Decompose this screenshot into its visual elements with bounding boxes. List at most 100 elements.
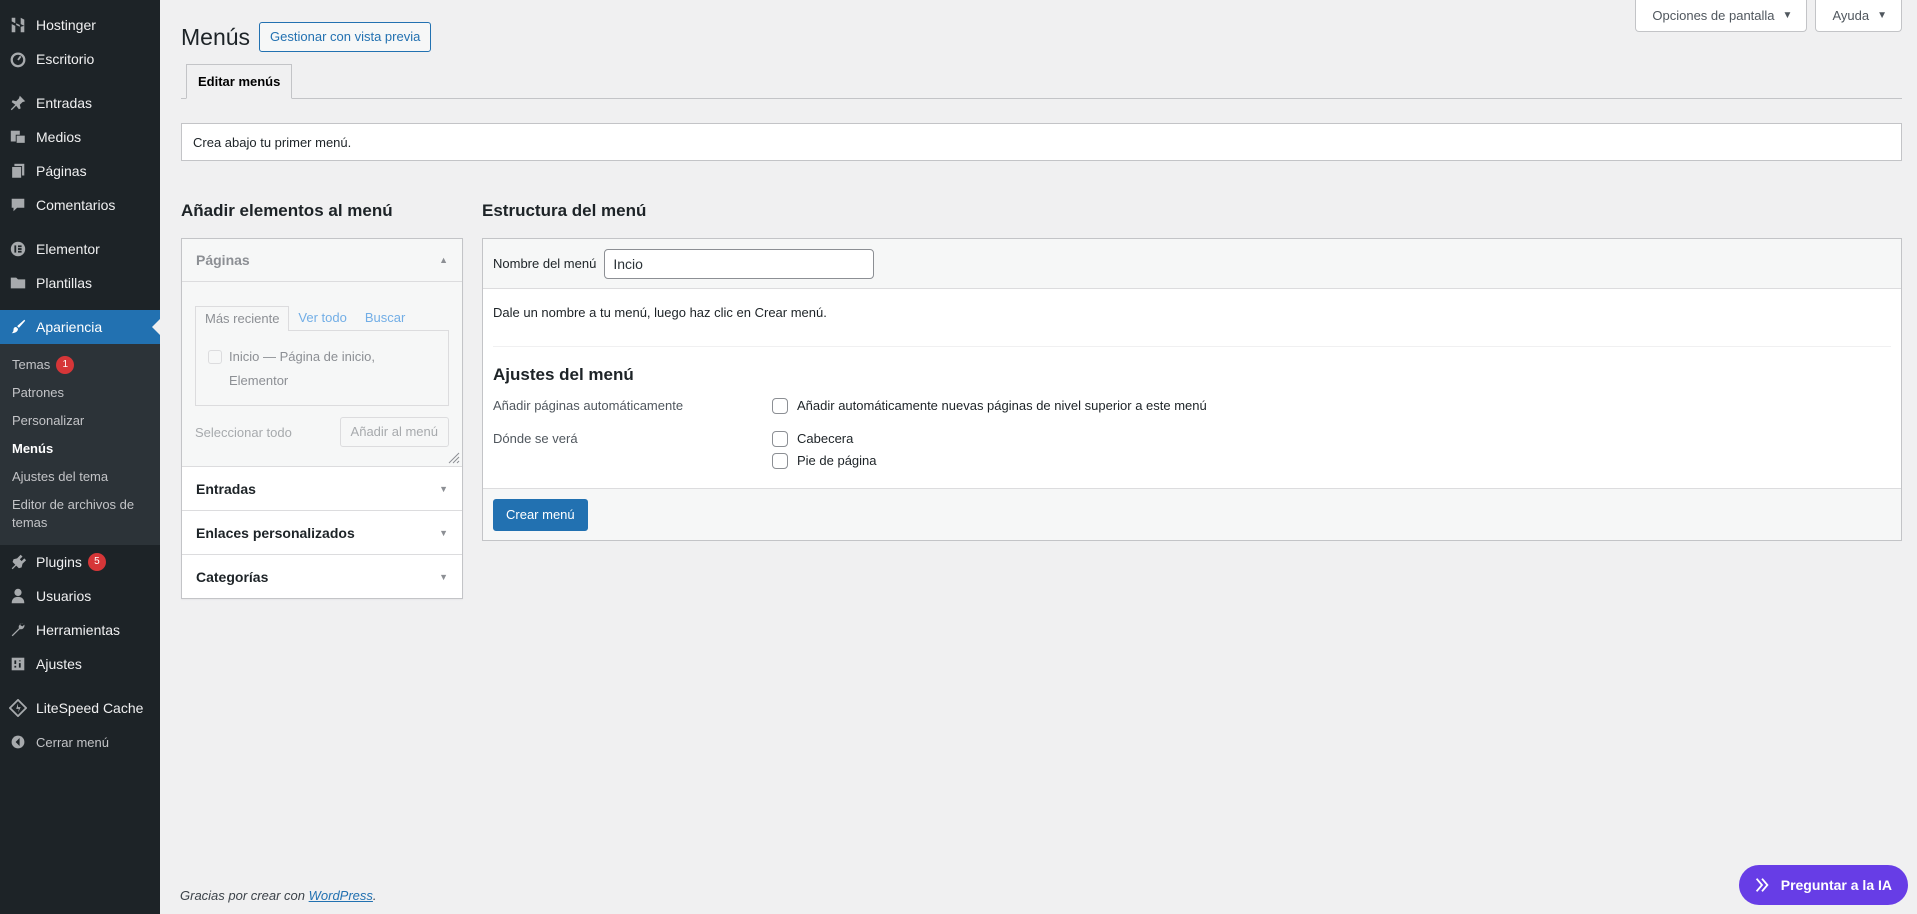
sidebar-label: Apariencia bbox=[36, 319, 103, 335]
admin-footer: Gracias por crear con WordPress. bbox=[180, 888, 377, 903]
tab-edit-menus[interactable]: Editar menús bbox=[186, 64, 293, 99]
sidebar-label: LiteSpeed Cache bbox=[36, 700, 144, 716]
footer-text: Gracias por crear con bbox=[180, 888, 305, 903]
help-button[interactable]: Ayuda ▼ bbox=[1815, 0, 1902, 32]
submenu-item-temas[interactable]: Temas 1 bbox=[0, 351, 160, 379]
main-content: Opciones de pantalla ▼ Ayuda ▼ Menús Ges… bbox=[160, 0, 1917, 914]
folder-icon bbox=[0, 274, 36, 292]
auto-add-option-label: Añadir automáticamente nuevas páginas de… bbox=[797, 398, 1207, 413]
sidebar-item-apariencia[interactable]: Apariencia bbox=[0, 310, 160, 344]
sidebar-item-ajustes[interactable]: Ajustes bbox=[0, 647, 160, 681]
select-all-link[interactable]: Seleccionar todo bbox=[195, 425, 292, 440]
dashboard-icon bbox=[0, 50, 36, 68]
arrow-down-icon: ▼ bbox=[439, 571, 448, 582]
appearance-submenu: Temas 1 Patrones Personalizar Menús Ajus… bbox=[0, 344, 160, 545]
menu-name-label: Nombre del menú bbox=[493, 256, 597, 271]
menu-structure-heading: Estructura del menú bbox=[482, 201, 647, 220]
auto-add-option[interactable]: Añadir automáticamente nuevas páginas de… bbox=[772, 397, 1207, 415]
sidebar-label: Cerrar menú bbox=[36, 734, 109, 750]
submenu-item-ajustes-tema[interactable]: Ajustes del tema bbox=[0, 463, 160, 491]
sidebar-item-hostinger[interactable]: Hostinger bbox=[0, 8, 160, 42]
sidebar-item-paginas[interactable]: Páginas bbox=[0, 154, 160, 188]
location-footer-label: Pie de página bbox=[797, 453, 877, 468]
sidebar-item-plantillas[interactable]: Plantillas bbox=[0, 266, 160, 300]
screen-options-label: Opciones de pantalla bbox=[1652, 8, 1775, 23]
add-items-accordion: Páginas ▲ Más reciente Ver todo Buscar I… bbox=[181, 238, 463, 599]
sidebar-label: Comentarios bbox=[36, 197, 116, 213]
ask-ai-button[interactable]: Preguntar a la IA bbox=[1738, 865, 1908, 905]
manage-preview-button[interactable]: Gestionar con vista previa bbox=[259, 22, 432, 52]
sidebar-item-comentarios[interactable]: Comentarios bbox=[0, 188, 160, 222]
sidebar-item-medios[interactable]: Medios bbox=[0, 120, 160, 154]
collapse-icon bbox=[0, 734, 36, 750]
location-footer-option[interactable]: Pie de página bbox=[772, 452, 877, 470]
accordion-section-categories: Categorías ▼ bbox=[182, 555, 462, 598]
menu-name-input[interactable] bbox=[604, 248, 875, 279]
arrow-down-icon: ▼ bbox=[439, 483, 448, 494]
sidebar-label: Medios bbox=[36, 129, 82, 145]
sidebar-item-litespeed[interactable]: LiteSpeed Cache bbox=[0, 691, 160, 725]
menu-structure-panel: Nombre del menú Dale un nombre a tu menú… bbox=[482, 238, 1902, 541]
add-to-menu-button[interactable]: Añadir al menú bbox=[339, 417, 449, 447]
submenu-item-patrones[interactable]: Patrones bbox=[0, 379, 160, 407]
user-icon bbox=[0, 587, 36, 605]
submenu-item-personalizar[interactable]: Personalizar bbox=[0, 407, 160, 435]
accordion-title-categories[interactable]: Categorías ▼ bbox=[182, 555, 462, 598]
locations-row: Dónde se verá Cabecera Pie de página bbox=[493, 430, 1891, 470]
accordion-title-pages[interactable]: Páginas ▲ bbox=[182, 239, 462, 282]
wrench-icon bbox=[0, 621, 36, 639]
sidebar-item-plugins[interactable]: Plugins 5 bbox=[0, 545, 160, 579]
submenu-label: Temas bbox=[12, 357, 51, 372]
title-row: Menús Gestionar con vista previa bbox=[181, 22, 432, 52]
caret-down-icon: ▼ bbox=[1782, 10, 1793, 21]
auto-add-options: Añadir automáticamente nuevas páginas de… bbox=[772, 397, 1207, 415]
resize-handle-icon[interactable] bbox=[448, 452, 460, 464]
sidebar-item-elementor[interactable]: Elementor bbox=[0, 232, 160, 266]
arrow-up-icon: ▲ bbox=[439, 255, 448, 265]
menu-name-row: Nombre del menú bbox=[483, 239, 1901, 289]
sidebar-item-entradas[interactable]: Entradas bbox=[0, 86, 160, 120]
wordpress-link[interactable]: WordPress bbox=[309, 888, 373, 903]
brush-icon bbox=[0, 318, 36, 336]
auto-add-checkbox[interactable] bbox=[772, 398, 788, 414]
submenu-item-menus[interactable]: Menús bbox=[0, 435, 160, 463]
sidebar-label: Hostinger bbox=[36, 17, 96, 33]
page-option-inicio[interactable]: Inicio — Página de inicio, Elementor bbox=[208, 345, 436, 393]
nav-tab-wrapper: Editar menús bbox=[181, 64, 1902, 99]
tab-most-recent[interactable]: Más reciente bbox=[195, 306, 290, 331]
accordion-title-posts[interactable]: Entradas ▼ bbox=[182, 467, 462, 510]
menu-structure-body: Dale un nombre a tu menú, luego haz clic… bbox=[483, 289, 1901, 470]
caret-down-icon: ▼ bbox=[1877, 10, 1887, 21]
sidebar-label: Elementor bbox=[36, 241, 100, 257]
page-title: Menús bbox=[181, 23, 251, 50]
page-option-label: Inicio — Página de inicio, Elementor bbox=[229, 349, 375, 388]
location-header-option[interactable]: Cabecera bbox=[772, 430, 877, 448]
notice-text: Crea abajo tu primer menú. bbox=[193, 134, 352, 150]
menu-structure-footer: Crear menú bbox=[483, 488, 1901, 540]
plugin-icon bbox=[0, 553, 36, 571]
add-items-heading: Añadir elementos al menú bbox=[181, 201, 393, 220]
sidebar-item-usuarios[interactable]: Usuarios bbox=[0, 579, 160, 613]
screen-meta-links: Opciones de pantalla ▼ Ayuda ▼ bbox=[1635, 0, 1902, 32]
sidebar-item-herramientas[interactable]: Herramientas bbox=[0, 613, 160, 647]
media-icon bbox=[0, 128, 36, 146]
create-menu-button[interactable]: Crear menú bbox=[493, 498, 588, 531]
footer-location-checkbox[interactable] bbox=[772, 453, 788, 469]
hostinger-icon bbox=[0, 16, 36, 34]
page-checkbox[interactable] bbox=[208, 350, 222, 364]
sidebar-item-escritorio[interactable]: Escritorio bbox=[0, 42, 160, 76]
accordion-section-posts: Entradas ▼ bbox=[182, 467, 462, 511]
screen-options-button[interactable]: Opciones de pantalla ▼ bbox=[1635, 0, 1808, 32]
accordion-title-label: Páginas bbox=[196, 252, 250, 268]
auto-add-row: Añadir páginas automáticamente Añadir au… bbox=[493, 397, 1891, 415]
admin-sidebar: Hostinger Escritorio Entradas Medios Pág… bbox=[0, 0, 160, 914]
collapse-menu-button[interactable]: Cerrar menú bbox=[0, 725, 160, 759]
header-location-checkbox[interactable] bbox=[772, 431, 788, 447]
pages-list-panel: Inicio — Página de inicio, Elementor bbox=[195, 330, 449, 406]
footer-period: . bbox=[372, 888, 377, 903]
tab-search[interactable]: Buscar bbox=[356, 306, 414, 330]
accordion-title-custom-links[interactable]: Enlaces personalizados ▼ bbox=[182, 511, 462, 554]
tab-view-all[interactable]: Ver todo bbox=[289, 306, 355, 330]
update-count-badge: 1 bbox=[56, 356, 75, 374]
submenu-item-editor[interactable]: Editor de archivos de temas bbox=[0, 491, 160, 537]
